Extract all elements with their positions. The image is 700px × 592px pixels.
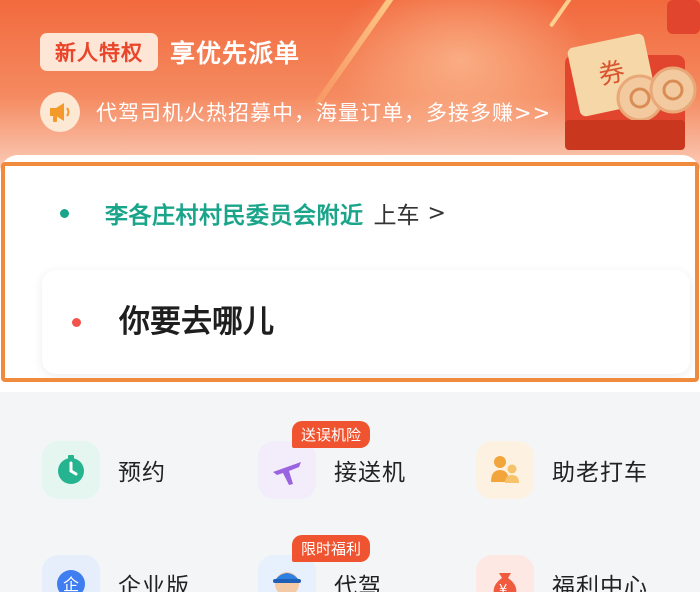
destination-dot-icon — [72, 317, 81, 327]
banner-title: 享优先派单 — [170, 39, 301, 68]
newbie-privilege-tag: 新人特权 — [40, 33, 158, 71]
megaphone-icon — [40, 92, 80, 132]
pickup-location-row[interactable]: 李各庄村村民委员会附近 上车 > — [60, 190, 446, 236]
destination-input[interactable] — [119, 304, 619, 340]
service-label: 代驾 — [334, 574, 382, 592]
svg-text:企: 企 — [63, 575, 79, 592]
enterprise-icon: 企 — [42, 555, 100, 592]
service-label: 助老打车 — [552, 460, 648, 486]
service-enterprise[interactable]: 企 企业版 — [42, 552, 190, 592]
money-bag-icon: ¥ — [476, 555, 534, 592]
service-grid: 预约 送误机险 接送机 助老打车 企 企业版 限时福利 代驾 ¥ 福利中心 — [0, 410, 700, 592]
svg-text:¥: ¥ — [499, 583, 507, 592]
coupon-gift-box-icon: 券 — [555, 0, 700, 160]
service-label: 接送机 — [334, 460, 406, 486]
service-chauffeur[interactable]: 限时福利 代驾 — [258, 535, 382, 592]
insurance-badge: 送误机险 — [292, 421, 371, 448]
service-airport[interactable]: 送误机险 接送机 — [258, 421, 406, 502]
elderly-person-icon — [476, 441, 534, 499]
service-label: 福利中心 — [552, 574, 648, 592]
airplane-icon: 送误机险 — [258, 421, 371, 499]
driver-avatar-icon: 限时福利 — [258, 535, 371, 592]
pickup-place: 李各庄村村民委员会附近 — [105, 203, 364, 229]
destination-box[interactable] — [42, 270, 690, 374]
service-elderly[interactable]: 助老打车 — [476, 438, 648, 502]
promo-banner[interactable]: 新人特权 享优先派单 代驾司机火热招募中，海量订单，多接多赚>> 券 — [0, 0, 700, 175]
service-reserve[interactable]: 预约 — [42, 438, 166, 502]
service-label: 企业版 — [118, 574, 190, 592]
chevron-right-icon: > — [427, 200, 446, 226]
limited-welfare-badge: 限时福利 — [292, 535, 371, 562]
pickup-suffix: 上车 — [373, 203, 420, 229]
service-label: 预约 — [118, 460, 166, 486]
pickup-dot-icon — [60, 208, 69, 218]
driver-recruit-notice[interactable]: 代驾司机火热招募中，海量订单，多接多赚>> — [96, 95, 551, 129]
service-welfare[interactable]: ¥ 福利中心 — [476, 552, 648, 592]
clock-icon — [42, 441, 100, 499]
